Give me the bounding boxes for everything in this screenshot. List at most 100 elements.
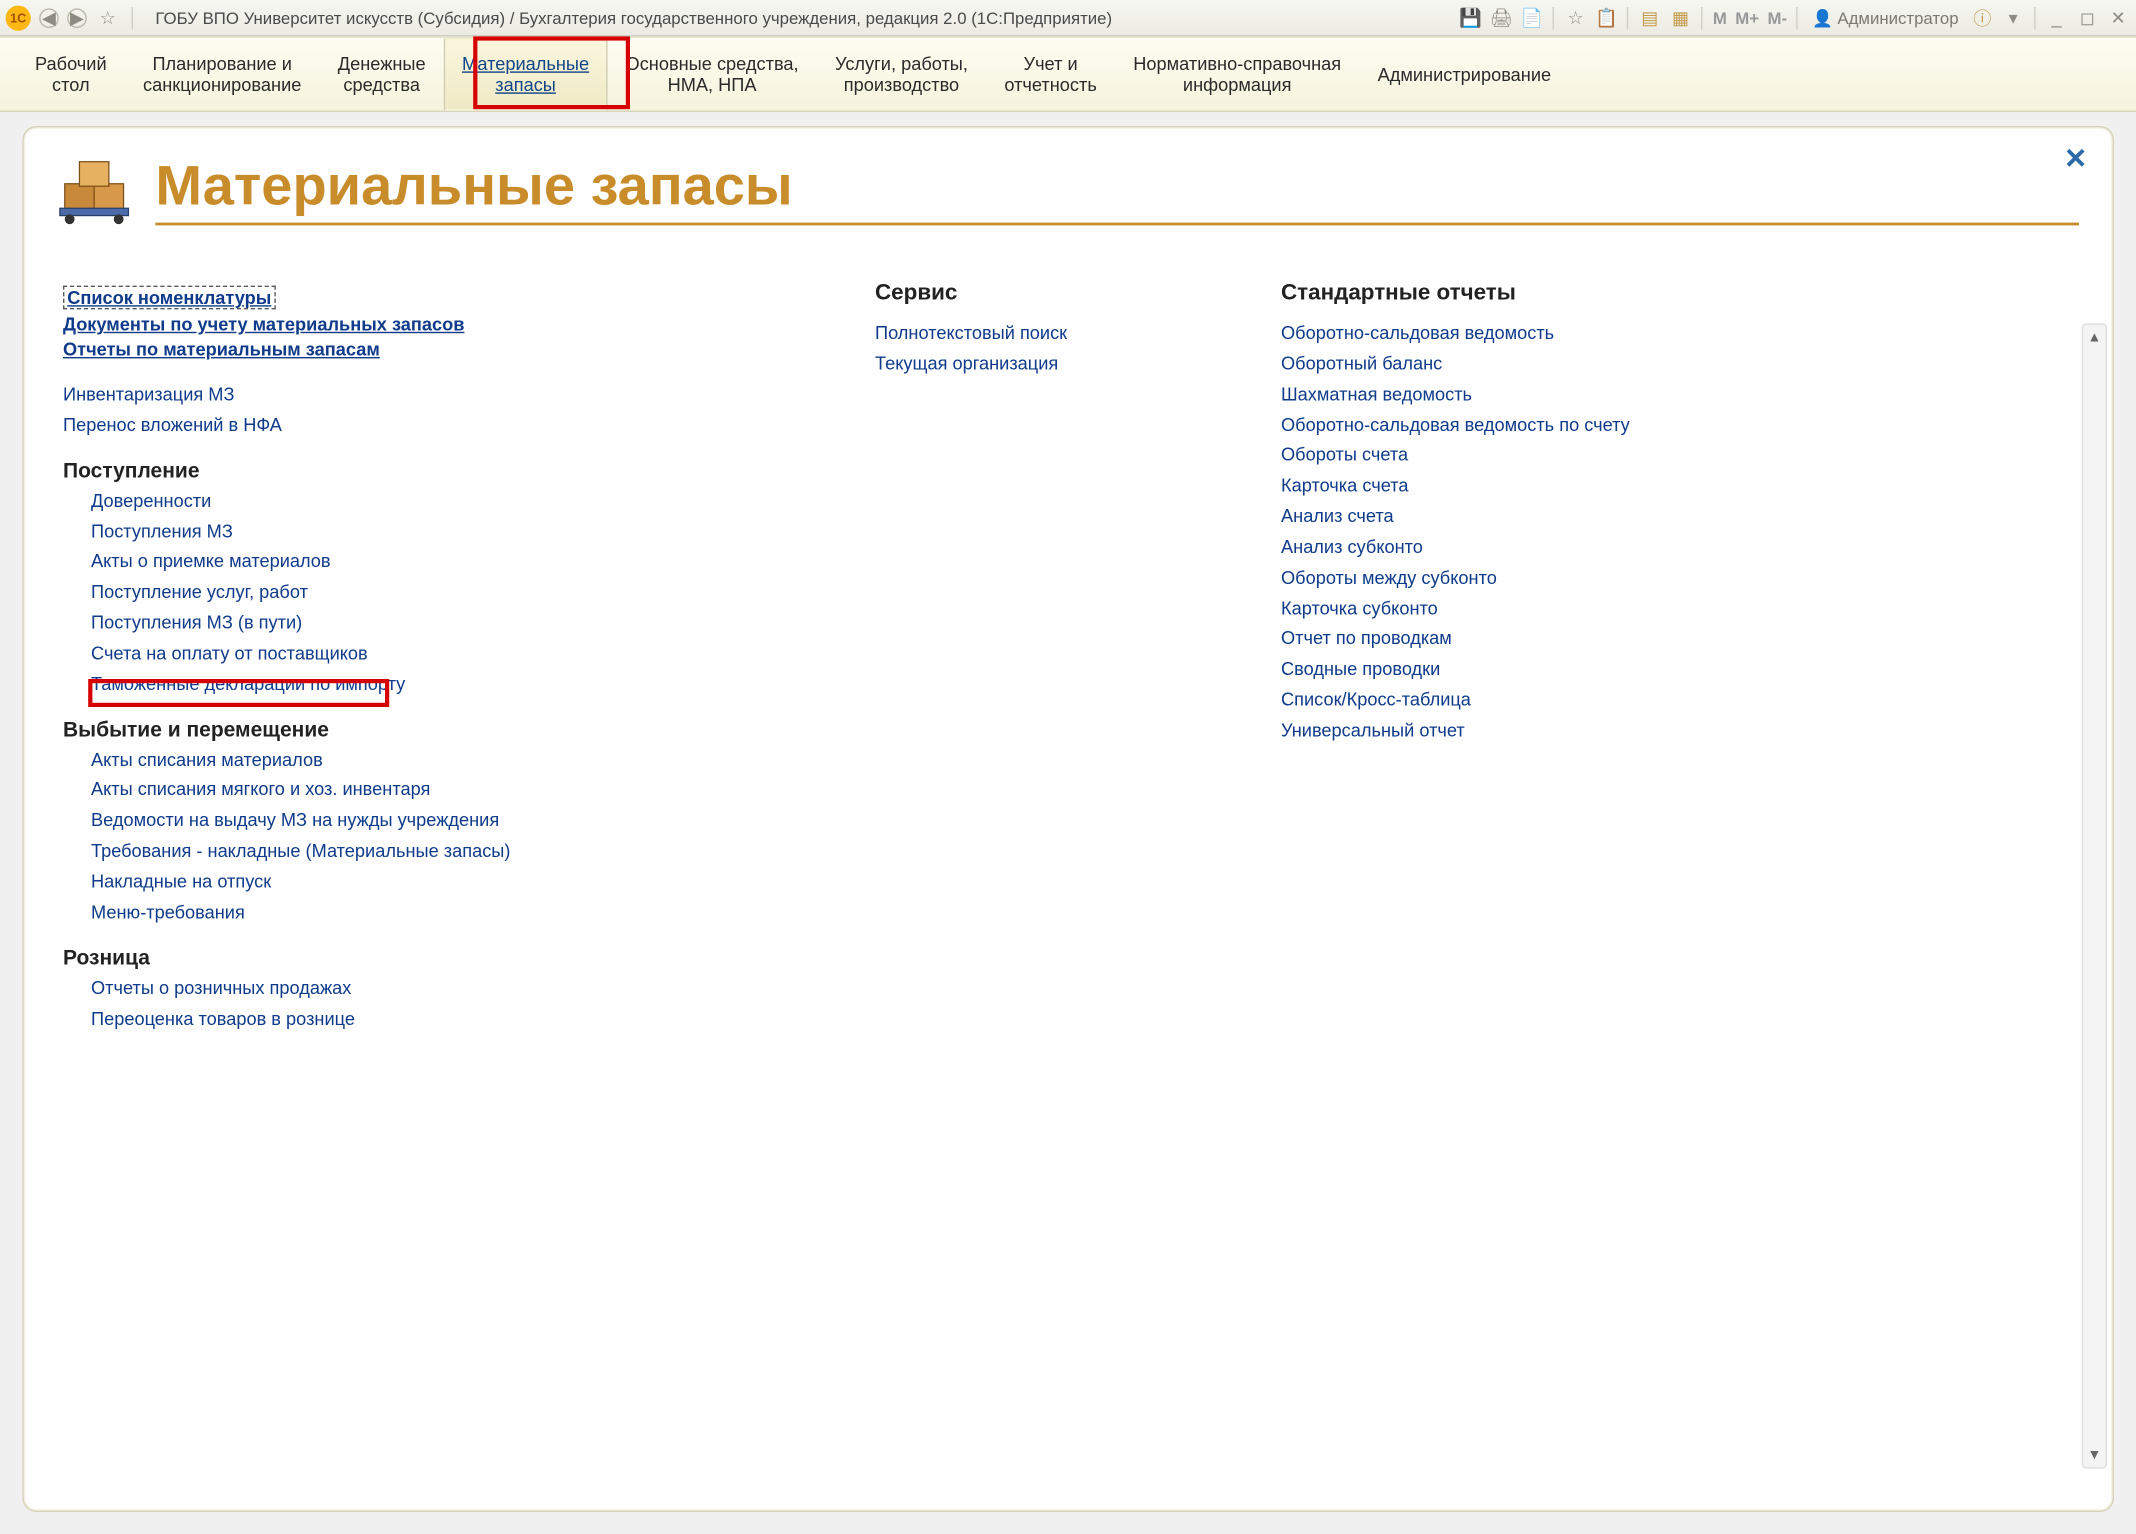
m-plus-button[interactable]: M+ <box>1734 8 1761 28</box>
maximize-icon[interactable]: ◻ <box>2075 5 2100 30</box>
link-vybytie-3[interactable]: Требования - накладные (Материальные зап… <box>91 839 763 865</box>
nav-tab-label: средства <box>343 76 420 97</box>
link-vybytie-5[interactable]: Меню-требования <box>91 900 763 926</box>
link-report-9[interactable]: Карточка субконто <box>1281 596 1813 622</box>
close-window-icon[interactable]: ✕ <box>2106 5 2131 30</box>
nav-tab-label: Администрирование <box>1378 65 1552 86</box>
link-report-3[interactable]: Оборотно-сальдовая ведомость по счету <box>1281 412 1813 438</box>
nav-tab-8[interactable]: Администрирование <box>1359 38 1569 111</box>
close-panel-icon[interactable]: ✕ <box>2064 141 2087 176</box>
subsystem-panel: ✕ Материальные запасы Список номенклатур… <box>22 126 2114 1512</box>
scrollbar[interactable]: ▲ ▼ <box>2082 323 2107 1468</box>
nav-tab-4[interactable]: Основные средства,НМА, НПА <box>607 38 816 111</box>
save-icon[interactable]: 💾 <box>1458 5 1483 30</box>
nav-tab-label: Учет и <box>1024 55 1078 76</box>
nav-tab-label: Материальные <box>462 55 589 76</box>
nav-tab-label: отчетность <box>1004 76 1096 97</box>
titlebar: 1C ◀ ▶ ☆ ГОБУ ВПО Университет искусств (… <box>0 0 2136 36</box>
calculator-icon[interactable]: ▤ <box>1637 5 1662 30</box>
group-vybytie-title: Выбытие и перемещение <box>63 718 763 742</box>
user-label: Администратор <box>1837 8 1958 28</box>
group-roznica-title: Розница <box>63 946 763 970</box>
nav-tab-label: Рабочий <box>35 55 107 76</box>
link-report-1[interactable]: Оборотный баланс <box>1281 351 1813 377</box>
nav-tab-1[interactable]: Планирование исанкционирование <box>125 38 320 111</box>
link-report-11[interactable]: Сводные проводки <box>1281 657 1813 683</box>
link-postuplenie-2[interactable]: Акты о приемке материалов <box>91 549 763 575</box>
link-nomenclature-list[interactable]: Список номенклатуры <box>63 286 276 310</box>
link-vybytie-2[interactable]: Ведомости на выдачу МЗ на нужды учрежден… <box>91 808 763 834</box>
favorites-list-icon[interactable]: ☆ <box>1563 5 1588 30</box>
left-column: Список номенклатуры Документы по учету м… <box>63 281 763 1036</box>
print-icon[interactable]: 🖨 <box>1489 5 1514 30</box>
nav-tab-6[interactable]: Учет иотчетность <box>986 38 1115 111</box>
page-title: Материальные запасы <box>155 155 792 218</box>
nav-tab-label: запасы <box>495 76 556 97</box>
link-report-7[interactable]: Анализ субконто <box>1281 535 1813 561</box>
boxes-icon <box>57 147 135 225</box>
app-logo-1c-icon[interactable]: 1C <box>6 5 31 30</box>
reports-heading: Стандартные отчеты <box>1281 281 1813 306</box>
calendar-icon[interactable]: ▦ <box>1668 5 1693 30</box>
link-inventory-mz[interactable]: Инвентаризация МЗ <box>63 382 763 408</box>
link-report-0[interactable]: Оборотно-сальдовая ведомость <box>1281 321 1813 347</box>
nav-tab-label: Денежные <box>338 55 426 76</box>
link-report-12[interactable]: Список/Кросс-таблица <box>1281 688 1813 714</box>
link-postuplenie-0[interactable]: Доверенности <box>91 488 763 514</box>
nav-tab-0[interactable]: Рабочийстол <box>17 38 125 111</box>
link-postuplenie-1[interactable]: Поступления МЗ <box>91 519 763 545</box>
nav-tab-2[interactable]: Денежныесредства <box>320 38 444 111</box>
link-report-8[interactable]: Обороты между субконто <box>1281 565 1813 591</box>
link-postuplenie-4[interactable]: Поступления МЗ (в пути) <box>91 610 763 636</box>
link-report-6[interactable]: Анализ счета <box>1281 504 1813 530</box>
main-navbar: РабочийстолПланирование исанкционировани… <box>0 36 2136 112</box>
print-preview-icon[interactable]: 📄 <box>1520 5 1545 30</box>
user-icon: 👤 <box>1812 8 1833 28</box>
link-vybytie-0[interactable]: Акты списания материалов <box>91 747 763 773</box>
link-service-1[interactable]: Текущая организация <box>875 351 1169 377</box>
dropdown-icon[interactable]: ▾ <box>2001 5 2026 30</box>
scroll-down-icon[interactable]: ▼ <box>2083 1442 2105 1467</box>
nav-tab-label: Услуги, работы, <box>835 55 968 76</box>
link-mz-documents[interactable]: Документы по учету материальных запасов <box>63 314 763 335</box>
link-report-2[interactable]: Шахматная ведомость <box>1281 382 1813 408</box>
nav-tab-label: НМА, НПА <box>668 76 757 97</box>
clipboard-icon[interactable]: 📋 <box>1594 5 1619 30</box>
m-button[interactable]: M <box>1711 8 1728 28</box>
header-rule <box>155 223 2079 226</box>
nav-tab-label: Нормативно-справочная <box>1133 55 1341 76</box>
nav-tab-label: производство <box>844 76 959 97</box>
link-postuplenie-5[interactable]: Счета на оплату от поставщиков <box>91 641 763 667</box>
window-title: ГОБУ ВПО Университет искусств (Субсидия)… <box>155 8 1112 28</box>
link-report-10[interactable]: Отчет по проводкам <box>1281 626 1813 652</box>
link-postuplenie-6[interactable]: Таможенные декларации по импорту <box>91 672 763 698</box>
nav-tab-label: стол <box>52 76 90 97</box>
nav-tab-3[interactable]: Материальныезапасы <box>444 38 608 111</box>
link-roznica-0[interactable]: Отчеты о розничных продажах <box>91 975 763 1001</box>
link-vybytie-4[interactable]: Накладные на отпуск <box>91 869 763 895</box>
nav-tab-7[interactable]: Нормативно-справочнаяинформация <box>1115 38 1359 111</box>
nav-forward-icon[interactable]: ▶ <box>67 8 87 28</box>
nav-tab-label: санкционирование <box>143 76 301 97</box>
link-report-5[interactable]: Карточка счета <box>1281 474 1813 500</box>
link-mz-reports[interactable]: Отчеты по материальным запасам <box>63 339 763 360</box>
scroll-up-icon[interactable]: ▲ <box>2083 325 2105 350</box>
link-roznica-1[interactable]: Переоценка товаров в рознице <box>91 1006 763 1032</box>
link-report-13[interactable]: Универсальный отчет <box>1281 718 1813 744</box>
service-heading: Сервис <box>875 281 1169 306</box>
link-transfer-nfa[interactable]: Перенос вложений в НФА <box>63 413 763 439</box>
favorite-star-icon[interactable]: ☆ <box>95 5 120 30</box>
link-service-0[interactable]: Полнотекстовый поиск <box>875 321 1169 347</box>
info-icon[interactable]: ⓘ <box>1970 5 1995 30</box>
nav-tab-label: Основные средства, <box>626 55 799 76</box>
minimize-icon[interactable]: _ <box>2044 5 2069 30</box>
m-minus-button[interactable]: M- <box>1766 8 1788 28</box>
nav-tab-5[interactable]: Услуги, работы,производство <box>817 38 986 111</box>
current-user[interactable]: 👤 Администратор <box>1807 8 1965 28</box>
group-postuplenie-title: Поступление <box>63 459 763 483</box>
nav-tab-label: Планирование и <box>152 55 291 76</box>
link-report-4[interactable]: Обороты счета <box>1281 443 1813 469</box>
link-vybytie-1[interactable]: Акты списания мягкого и хоз. инвентаря <box>91 778 763 804</box>
link-postuplenie-3[interactable]: Поступление услуг, работ <box>91 580 763 606</box>
nav-back-icon[interactable]: ◀ <box>39 8 59 28</box>
